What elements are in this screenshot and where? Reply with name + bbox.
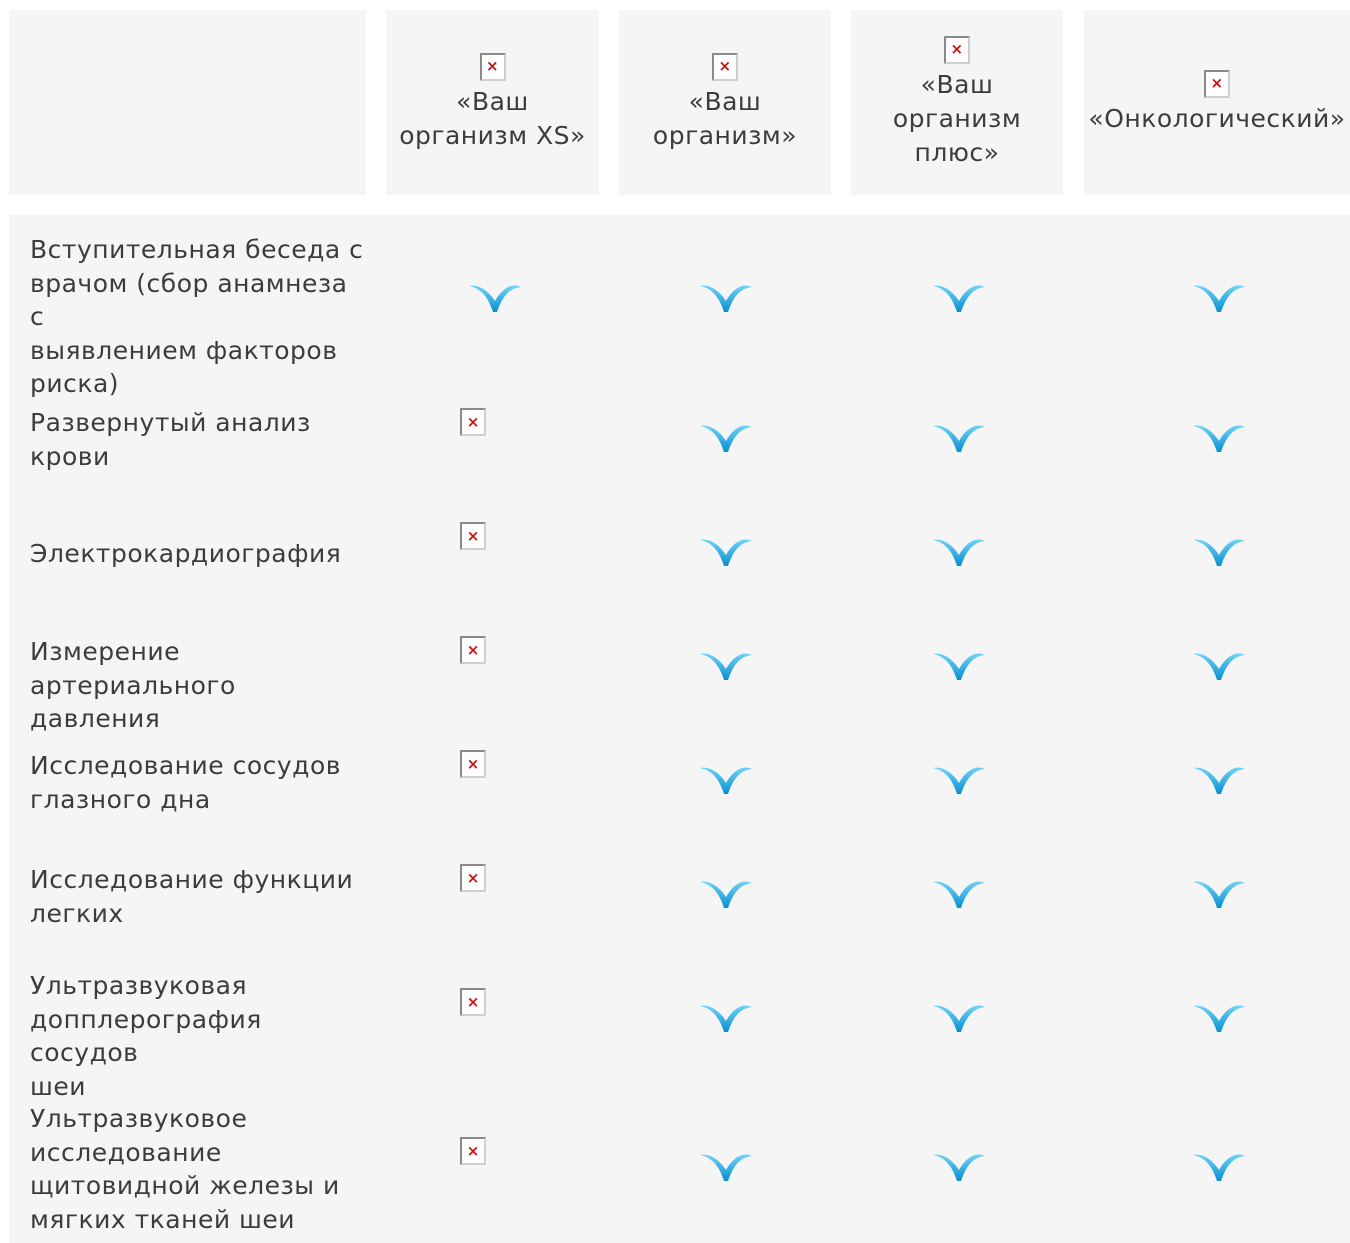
plan-title: «Ваш организм XS» [399, 86, 586, 150]
plan-title: «Ваш организм плюс» [892, 69, 1022, 167]
header-empty-cell [9, 10, 366, 195]
check-icon [932, 418, 986, 454]
header-plan-oncology: × «Онкологический» [1084, 10, 1350, 195]
check-icon [699, 874, 753, 910]
check-icon [699, 760, 753, 796]
check-icon [932, 1147, 986, 1183]
check-icon [1192, 278, 1246, 314]
check-icon [1192, 1147, 1246, 1183]
broken-image-icon: × [944, 35, 970, 64]
check-icon [699, 532, 753, 568]
row-label-fundus-vessels: Исследование сосудов глазного дна [30, 751, 342, 814]
broken-image-icon: × [479, 52, 506, 81]
broken-image-icon: × [712, 52, 738, 81]
row-label-ecg: Электрокардиография [30, 539, 342, 568]
broken-image-icon: × [460, 636, 486, 664]
header-plan-xs: × «Ваш организм XS» [386, 10, 599, 195]
row-label-thyroid-ultrasound: Ультразвуковое исследование щитовидной ж… [30, 1104, 340, 1234]
row-label-intro-consultation: Вступительная беседа с врачом (сбор анам… [30, 235, 364, 398]
check-icon [932, 278, 986, 314]
broken-image-icon: × [460, 522, 486, 550]
check-icon [1192, 998, 1246, 1034]
check-icon [699, 998, 753, 1034]
broken-image-icon: × [460, 408, 486, 436]
header-plan-standard: × «Ваш организм» [619, 10, 831, 195]
header-plan-plus: × «Ваш организм плюс» [851, 10, 1063, 195]
row-label-lung-function: Исследование функции легких [30, 865, 354, 928]
check-icon [932, 874, 986, 910]
broken-image-icon: × [460, 750, 486, 778]
check-icon [932, 760, 986, 796]
check-icon [699, 1147, 753, 1183]
check-icon [1192, 760, 1246, 796]
check-icon [1192, 532, 1246, 568]
broken-image-icon: × [1204, 69, 1230, 98]
broken-image-icon: × [460, 1137, 486, 1165]
broken-image-icon: × [460, 864, 486, 892]
check-icon [468, 278, 522, 314]
check-icon [932, 646, 986, 682]
broken-image-icon: × [460, 988, 486, 1016]
check-icon [932, 532, 986, 568]
plan-title: «Онкологический» [1088, 103, 1346, 133]
check-icon [932, 998, 986, 1034]
check-icon [699, 418, 753, 454]
check-icon [1192, 418, 1246, 454]
row-label-blood-test: Развернутый анализ крови [30, 408, 311, 471]
row-label-neck-doppler: Ультразвуковая допплерография сосудов ше… [30, 971, 262, 1101]
check-icon [1192, 646, 1246, 682]
check-icon [1192, 874, 1246, 910]
row-label-blood-pressure: Измерение артериального давления [30, 637, 236, 733]
check-icon [699, 646, 753, 682]
check-icon [699, 278, 753, 314]
plan-title: «Ваш организм» [652, 86, 798, 150]
